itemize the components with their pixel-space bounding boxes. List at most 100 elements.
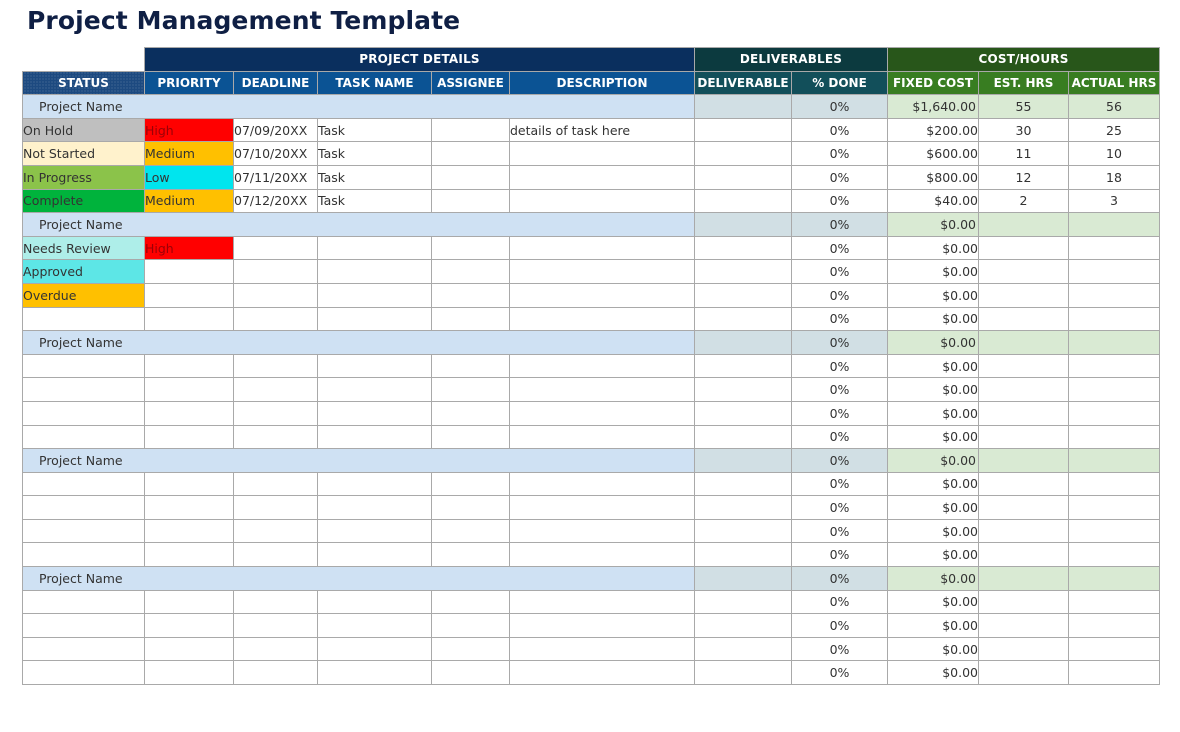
status-cell[interactable]	[22, 353, 145, 379]
priority-cell[interactable]: Medium	[144, 141, 234, 166]
deadline-cell[interactable]: 07/11/20XX	[233, 164, 318, 190]
pct-done-cell[interactable]: 0%	[791, 141, 888, 166]
priority-cell[interactable]	[144, 282, 234, 308]
project-fixed-cost-cell[interactable]: $1,640.00	[887, 94, 979, 119]
pct-done-cell[interactable]: 0%	[791, 424, 888, 450]
est-hrs-cell[interactable]: 12	[978, 164, 1069, 190]
project-est-hrs-cell[interactable]	[978, 330, 1069, 355]
task-name-cell[interactable]	[317, 377, 432, 402]
task-name-cell[interactable]	[317, 542, 432, 568]
project-est-hrs-cell[interactable]	[978, 448, 1069, 473]
fixed-cost-cell[interactable]: $200.00	[887, 117, 979, 143]
priority-cell[interactable]: High	[144, 235, 234, 261]
deliverable-cell[interactable]	[694, 495, 792, 520]
assignee-cell[interactable]	[431, 282, 510, 308]
status-cell[interactable]	[22, 400, 145, 426]
actual-hrs-cell[interactable]	[1068, 306, 1160, 332]
project-actual-hrs-cell[interactable]: 56	[1068, 94, 1160, 119]
deliverable-cell[interactable]	[694, 589, 792, 615]
deliverable-cell[interactable]	[694, 353, 792, 379]
assignee-cell[interactable]	[431, 188, 510, 214]
priority-cell[interactable]	[144, 660, 234, 686]
pct-done-cell[interactable]: 0%	[791, 164, 888, 190]
actual-hrs-cell[interactable]	[1068, 259, 1160, 284]
description-cell[interactable]	[509, 495, 695, 520]
fixed-cost-cell[interactable]: $0.00	[887, 636, 979, 662]
fixed-cost-cell[interactable]: $0.00	[887, 542, 979, 568]
priority-cell[interactable]	[144, 589, 234, 615]
assignee-cell[interactable]	[431, 636, 510, 662]
assignee-cell[interactable]	[431, 660, 510, 686]
fixed-cost-cell[interactable]: $0.00	[887, 518, 979, 544]
task-name-cell[interactable]	[317, 518, 432, 544]
pct-done-cell[interactable]: 0%	[791, 188, 888, 214]
actual-hrs-cell[interactable]	[1068, 424, 1160, 450]
est-hrs-cell[interactable]	[978, 518, 1069, 544]
deliverable-cell[interactable]	[694, 235, 792, 261]
deadline-cell[interactable]	[233, 282, 318, 308]
pct-done-cell[interactable]: 0%	[791, 542, 888, 568]
fixed-cost-cell[interactable]: $0.00	[887, 400, 979, 426]
column-header-assignee[interactable]: ASSIGNEE	[431, 70, 510, 96]
fixed-cost-cell[interactable]: $0.00	[887, 613, 979, 638]
description-cell[interactable]	[509, 377, 695, 402]
task-name-cell[interactable]: Task	[317, 117, 432, 143]
project-pct-done-cell[interactable]: 0%	[791, 448, 888, 473]
task-name-cell[interactable]	[317, 660, 432, 686]
status-cell[interactable]: Approved	[22, 259, 145, 284]
task-name-cell[interactable]	[317, 636, 432, 662]
description-cell[interactable]	[509, 141, 695, 166]
task-name-cell[interactable]	[317, 306, 432, 332]
priority-cell[interactable]	[144, 353, 234, 379]
description-cell[interactable]: details of task here	[509, 117, 695, 143]
description-cell[interactable]	[509, 589, 695, 615]
project-actual-hrs-cell[interactable]	[1068, 566, 1160, 591]
deliverable-cell[interactable]	[694, 306, 792, 332]
project-deliverable-cell[interactable]	[694, 330, 792, 355]
est-hrs-cell[interactable]	[978, 282, 1069, 308]
est-hrs-cell[interactable]	[978, 542, 1069, 568]
column-header-actual-hrs[interactable]: ACTUAL HRS	[1068, 70, 1160, 96]
deadline-cell[interactable]	[233, 377, 318, 402]
project-pct-done-cell[interactable]: 0%	[791, 212, 888, 237]
priority-cell[interactable]: High	[144, 117, 234, 143]
task-name-cell[interactable]: Task	[317, 164, 432, 190]
deliverable-cell[interactable]	[694, 636, 792, 662]
project-fixed-cost-cell[interactable]: $0.00	[887, 330, 979, 355]
project-actual-hrs-cell[interactable]	[1068, 330, 1160, 355]
status-cell[interactable]: On Hold	[22, 117, 145, 143]
description-cell[interactable]	[509, 282, 695, 308]
task-name-cell[interactable]	[317, 282, 432, 308]
priority-cell[interactable]	[144, 377, 234, 402]
deadline-cell[interactable]	[233, 471, 318, 497]
status-cell[interactable]	[22, 495, 145, 520]
status-cell[interactable]	[22, 471, 145, 497]
task-name-cell[interactable]	[317, 424, 432, 450]
deliverable-cell[interactable]	[694, 518, 792, 544]
status-cell[interactable]	[22, 377, 145, 402]
assignee-cell[interactable]	[431, 613, 510, 638]
actual-hrs-cell[interactable]	[1068, 542, 1160, 568]
fixed-cost-cell[interactable]: $600.00	[887, 141, 979, 166]
assignee-cell[interactable]	[431, 141, 510, 166]
priority-cell[interactable]	[144, 542, 234, 568]
column-header-deliverable[interactable]: DELIVERABLE	[694, 70, 792, 96]
column-header-fixed-cost[interactable]: FIXED COST	[887, 70, 979, 96]
status-cell[interactable]: Needs Review	[22, 235, 145, 261]
task-name-cell[interactable]	[317, 589, 432, 615]
project-deliverable-cell[interactable]	[694, 566, 792, 591]
pct-done-cell[interactable]: 0%	[791, 518, 888, 544]
status-cell[interactable]	[22, 518, 145, 544]
deliverable-cell[interactable]	[694, 164, 792, 190]
deadline-cell[interactable]	[233, 235, 318, 261]
pct-done-cell[interactable]: 0%	[791, 495, 888, 520]
column-header-pct-done[interactable]: % DONE	[791, 70, 888, 96]
task-name-cell[interactable]	[317, 495, 432, 520]
fixed-cost-cell[interactable]: $0.00	[887, 471, 979, 497]
deliverable-cell[interactable]	[694, 377, 792, 402]
description-cell[interactable]	[509, 353, 695, 379]
description-cell[interactable]	[509, 188, 695, 214]
status-cell[interactable]: Not Started	[22, 141, 145, 166]
description-cell[interactable]	[509, 542, 695, 568]
pct-done-cell[interactable]: 0%	[791, 377, 888, 402]
